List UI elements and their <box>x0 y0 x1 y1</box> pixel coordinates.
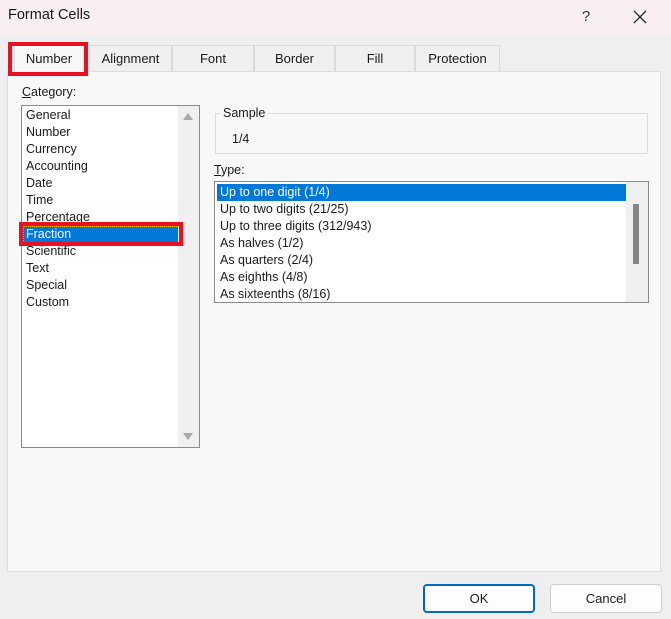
category-item-custom[interactable]: Custom <box>23 294 179 311</box>
type-item-as-halves[interactable]: As halves (1/2) <box>217 235 627 252</box>
tab-fill[interactable]: Fill <box>335 45 415 71</box>
type-scrollbar[interactable] <box>626 182 648 302</box>
cancel-button[interactable]: Cancel <box>550 584 662 613</box>
type-item-up-to-three-digits[interactable]: Up to three digits (312/943) <box>217 218 627 235</box>
scroll-up-arrow-icon[interactable] <box>183 113 193 120</box>
category-item-fraction[interactable]: Fraction <box>23 226 179 243</box>
title-bar: Format Cells ? <box>0 0 671 34</box>
close-icon <box>633 10 647 24</box>
tab-protection[interactable]: Protection <box>415 45 500 71</box>
type-item-up-to-one-digit[interactable]: Up to one digit (1/4) <box>217 184 627 201</box>
tab-number[interactable]: Number <box>14 44 84 72</box>
type-item-as-sixteenths[interactable]: As sixteenths (8/16) <box>217 286 627 303</box>
category-listbox[interactable]: General Number Currency Accounting Date … <box>21 105 200 448</box>
tab-font[interactable]: Font <box>172 45 254 71</box>
category-item-number[interactable]: Number <box>23 124 179 141</box>
category-label: Category: <box>22 85 77 99</box>
type-item-up-to-two-digits[interactable]: Up to two digits (21/25) <box>217 201 627 218</box>
type-label: Type: <box>214 163 245 177</box>
sample-group <box>215 113 648 154</box>
category-item-general[interactable]: General <box>23 107 179 124</box>
tab-border[interactable]: Border <box>254 45 335 71</box>
dialog-title: Format Cells <box>8 7 91 23</box>
type-item-as-quarters[interactable]: As quarters (2/4) <box>217 252 627 269</box>
type-listbox[interactable]: Up to one digit (1/4) Up to two digits (… <box>214 181 649 303</box>
type-scrollbar-thumb[interactable] <box>633 204 639 264</box>
category-item-scientific[interactable]: Scientific <box>23 243 179 260</box>
category-item-currency[interactable]: Currency <box>23 141 179 158</box>
help-button[interactable]: ? <box>574 5 598 29</box>
category-item-accounting[interactable]: Accounting <box>23 158 179 175</box>
ok-button[interactable]: OK <box>423 584 535 613</box>
close-button[interactable] <box>626 4 654 30</box>
category-item-special[interactable]: Special <box>23 277 179 294</box>
sample-label: Sample <box>220 106 269 120</box>
category-scrollbar[interactable] <box>178 106 199 447</box>
tab-alignment[interactable]: Alignment <box>89 45 172 71</box>
category-item-date[interactable]: Date <box>23 175 179 192</box>
scroll-down-arrow-icon[interactable] <box>183 433 193 440</box>
sample-value: 1/4 <box>232 132 250 146</box>
category-item-text[interactable]: Text <box>23 260 179 277</box>
category-item-time[interactable]: Time <box>23 192 179 209</box>
category-item-percentage[interactable]: Percentage <box>23 209 179 226</box>
type-item-as-eighths[interactable]: As eighths (4/8) <box>217 269 627 286</box>
